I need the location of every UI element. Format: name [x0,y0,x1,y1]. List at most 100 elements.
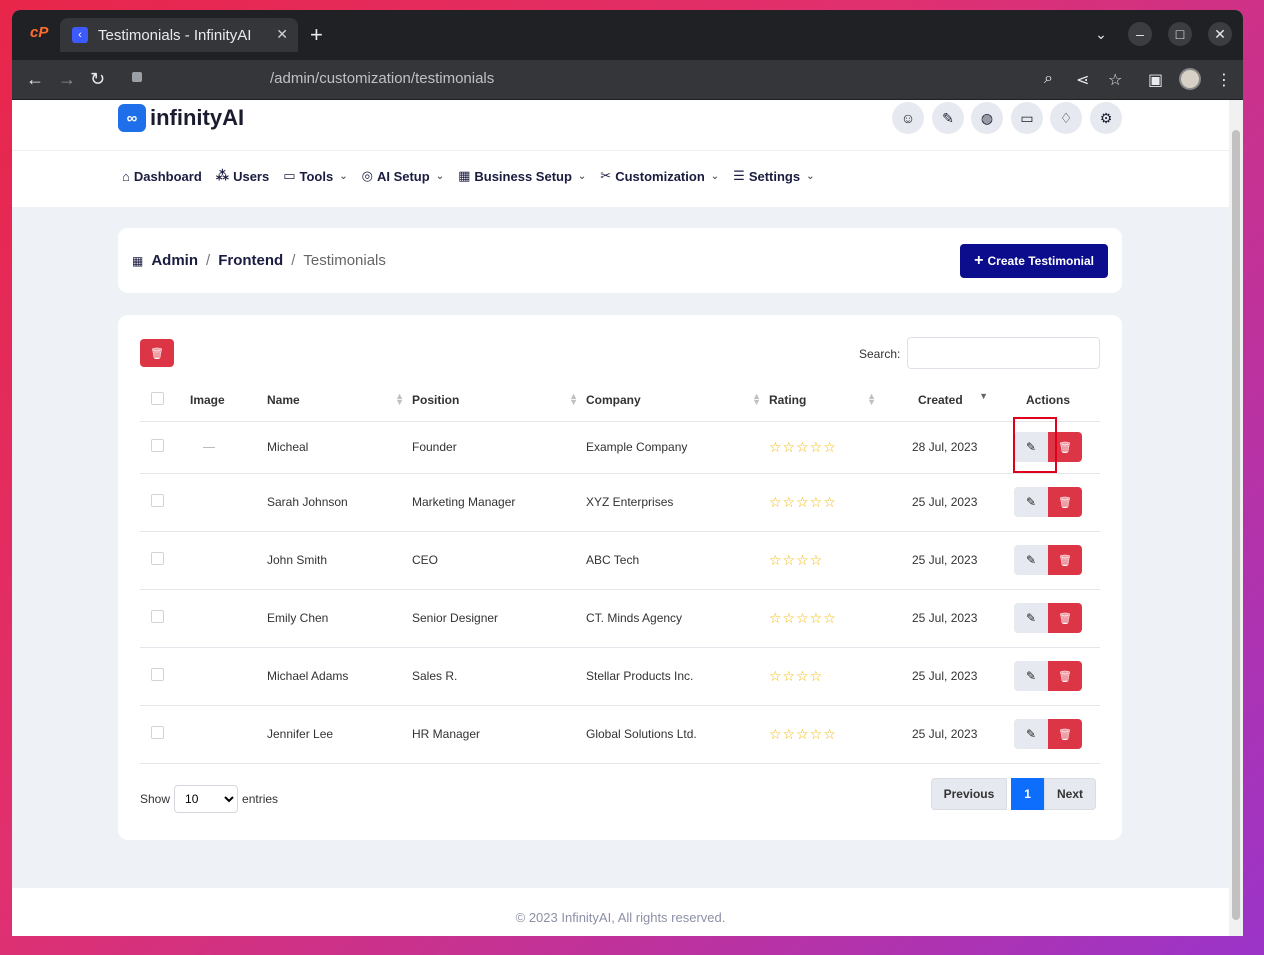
edit-button[interactable]: ✎ [1014,718,1048,749]
nav-dashboard[interactable]: ⌂ Dashboard [122,168,202,184]
browser-tab[interactable]: ‹ Testimonials - InfinityAI ✕ [60,18,298,52]
user-settings-icon[interactable]: ⚙ [1090,102,1122,134]
select-all-header[interactable] [140,379,190,422]
breadcrumb-admin[interactable]: Admin [151,252,198,269]
col-position-label: Position [412,392,460,407]
row-checkbox[interactable] [151,610,164,623]
rating-cell: ☆☆☆☆ [769,531,884,590]
brand-logo[interactable]: ∞ infinityAI [118,104,244,132]
sort-icon: ▲ ▼ [395,391,404,407]
position-cell: Founder [412,421,586,474]
search-label: Search: [859,347,901,361]
menu-kebab-icon[interactable]: ⋮ [1216,70,1232,90]
row-checkbox[interactable] [151,439,164,452]
user-icon[interactable]: ☺ [892,102,924,134]
delete-button[interactable]: 🗑 [1048,487,1082,518]
col-created-label: Created [918,392,963,407]
breadcrumb-separator: / [206,252,211,269]
row-select-cell [140,421,190,474]
name-cell: John Smith [267,531,412,590]
breadcrumb-frontend[interactable]: Frontend [218,252,283,269]
row-checkbox[interactable] [151,668,164,681]
close-window-icon[interactable]: ✕ [1208,22,1232,46]
rating-cell: ☆☆☆☆☆ [769,589,884,648]
ai-badge-icon[interactable]: ▭ [1011,102,1043,134]
image-placeholder [203,447,215,449]
create-testimonial-button[interactable]: + Create Testimonial [960,244,1108,278]
globe-icon[interactable]: ◍ [971,102,1003,134]
close-tab-icon[interactable]: ✕ [276,26,288,43]
edit-button[interactable]: ✎ [1014,660,1048,691]
position-cell: Marketing Manager [412,473,586,532]
delete-button[interactable]: 🗑 [1048,603,1082,634]
nav-ai-setup[interactable]: ◎ AI Setup ⌄ [362,168,444,184]
col-created[interactable]: Created ▼ [884,379,996,422]
maximize-icon[interactable]: □ [1168,22,1192,46]
bookmark-star-icon[interactable]: ☆ [1108,70,1122,90]
bulk-delete-button[interactable]: 🗑 [140,339,174,367]
theme-brush-icon[interactable]: ✎ [932,102,964,134]
back-icon[interactable]: ← [26,69,44,90]
entries-label: entries [242,792,279,806]
lock-icon[interactable] [132,72,142,82]
scrollbar[interactable] [1229,100,1243,936]
trash-icon: 🗑 [1058,728,1072,741]
image-cell [190,705,267,764]
edit-button[interactable]: ✎ [1014,544,1048,575]
create-testimonial-label: Create Testimonial [987,254,1094,268]
sort-icon: ▲ ▼ [867,391,876,407]
favicon-icon: ‹ [72,27,88,43]
sidebar-icon[interactable]: ▣ [1148,70,1163,90]
row-checkbox[interactable] [151,494,164,507]
nav-settings[interactable]: ☰ Settings ⌄ [733,168,814,184]
brand-name: infinityAI [150,105,245,130]
delete-button[interactable]: 🗑 [1048,545,1082,576]
main-nav: ⌂ Dashboard ⁂ Users ▭ Tools ⌄ ◎ AI Setup ⌄ ▦ Bu… [122,168,815,184]
zoom-icon[interactable]: ⌕ [1044,70,1053,88]
position-cell: Sales R. [412,647,586,706]
profile-avatar[interactable] [1179,68,1201,90]
home-icon: ⌂ [122,168,130,184]
name-cell: Michael Adams [267,647,412,706]
actions-cell: ✎ 🗑 [996,589,1100,648]
nav-label: Settings [748,168,801,184]
edit-button[interactable]: ✎ [1014,602,1048,633]
page-1-button[interactable]: 1 [1011,778,1044,810]
nav-users[interactable]: ⁂ Users [216,168,269,184]
entries-select[interactable]: 10 [174,785,239,813]
plus-icon: + [974,252,984,269]
reload-icon[interactable]: ↻ [90,69,105,90]
col-position[interactable]: Position ▲ ▼ [412,379,586,422]
col-actions: Actions [996,379,1100,422]
nav-label: Tools [299,168,334,184]
forward-icon[interactable]: → [58,69,76,90]
share-icon[interactable]: ⋖ [1076,70,1089,90]
nav-label: Customization [615,168,705,184]
cpanel-icon[interactable]: cP [30,24,48,41]
actions-cell: ✎ 🗑 [996,647,1100,706]
search-input[interactable] [907,337,1100,369]
row-checkbox[interactable] [151,726,164,739]
col-company[interactable]: Company ▲ ▼ [586,379,769,422]
col-name[interactable]: Name ▲ ▼ [267,379,412,422]
bell-icon[interactable]: ♢ [1050,102,1082,134]
next-button[interactable]: Next [1043,778,1096,810]
edit-button[interactable]: ✎ [1014,486,1048,517]
col-rating[interactable]: Rating ▲ ▼ [769,379,884,422]
nav-customization[interactable]: ✂ Customization ⌄ [600,168,719,184]
row-checkbox[interactable] [151,552,164,565]
delete-button[interactable]: 🗑 [1048,719,1082,750]
previous-button[interactable]: Previous [930,778,1008,810]
minimize-icon[interactable]: – [1128,22,1152,46]
new-tab-icon[interactable]: + [310,22,323,48]
nav-business-setup[interactable]: ▦ Business Setup ⌄ [458,168,586,184]
star-rating-icon: ☆☆☆☆☆ [769,493,837,510]
select-all-checkbox[interactable] [151,391,164,405]
scrollbar-thumb[interactable] [1232,130,1240,920]
table-row: Michael Adams Sales R. Stellar Products In… [140,647,1100,706]
nav-tools[interactable]: ▭ Tools ⌄ [283,168,347,184]
chevron-down-icon[interactable]: ⌄ [1089,22,1113,46]
actions-cell: ✎ 🗑 [996,705,1100,764]
delete-button[interactable]: 🗑 [1048,661,1082,692]
url-text[interactable]: /admin/customization/testimonials [270,70,494,87]
